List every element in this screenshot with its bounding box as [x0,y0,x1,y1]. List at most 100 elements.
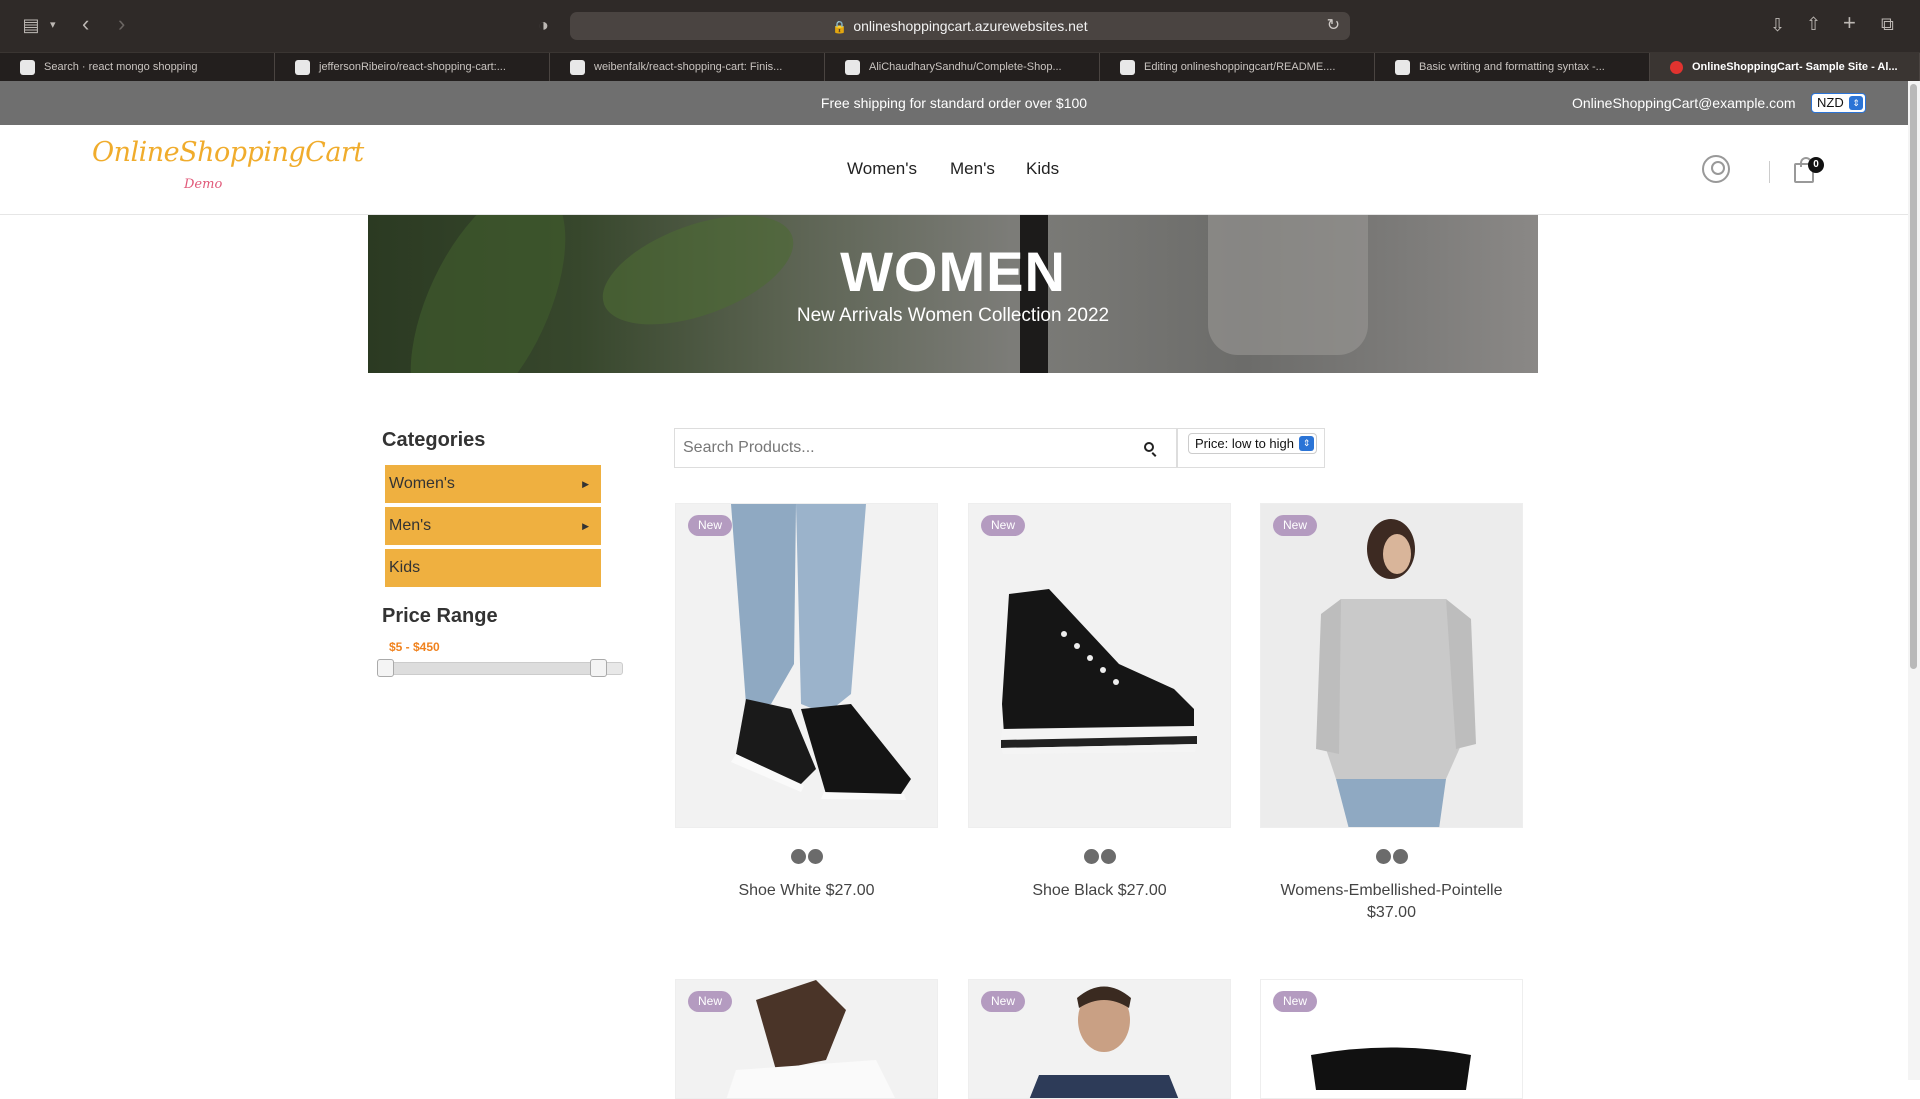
privacy-shield-icon[interactable]: ◑ [538,13,549,37]
back-icon[interactable]: ‹ [82,12,89,36]
forward-icon[interactable]: › [118,12,125,36]
new-badge: New [981,515,1026,536]
hero-subtitle: New Arrivals Women Collection 2022 [796,305,1110,326]
browser-tab[interactable]: weibenfalk/react-shopping-cart: Finis... [550,53,825,82]
color-swatches [1260,849,1523,869]
announcement-bar: Free shipping for standard order over $1… [0,81,1908,125]
tab-bar: Search · react mongo shopping jeffersonR… [0,52,1920,82]
nav-kids[interactable]: Kids [1026,159,1059,179]
color-swatches [968,849,1231,869]
category-label: Kids [389,559,421,576]
browser-tab[interactable]: Editing onlineshoppingcart/README.... [1100,53,1375,82]
tab-overview-icon[interactable]: ⧉ [1881,12,1894,36]
cart-count-badge: 0 [1808,157,1824,173]
product-image[interactable]: New [1260,503,1523,828]
color-swatch[interactable] [790,849,806,864]
nav-men[interactable]: Men's [950,159,995,179]
product-title[interactable]: Womens-Embellished-Pointelle $37.00 [1260,880,1523,924]
new-tab-icon[interactable]: + [1843,11,1856,35]
new-badge: New [688,515,733,536]
site-logo[interactable]: OnlineShoppingCart [92,137,364,168]
price-range-heading: Price Range [382,605,498,627]
grey-knit-cardigan-image [1261,504,1522,827]
sidebar-toggle-icon[interactable]: ▤ [20,13,42,37]
new-badge: New [688,991,733,1012]
nav-women[interactable]: Women's [847,159,917,179]
header-divider [1769,161,1770,183]
sort-container: Price: low to high ⇕ [1177,428,1325,468]
color-swatch[interactable] [807,849,823,864]
category-mens[interactable]: Men's ▶ [385,507,601,545]
price-slider-range [385,663,600,674]
github-icon [20,60,35,75]
product-image[interactable]: New [968,979,1231,1099]
share-icon[interactable]: ⇧ [1806,12,1821,36]
category-label: Men's [389,517,432,534]
product-image[interactable]: New [968,503,1231,828]
caret-right-icon: ▶ [582,521,589,531]
browser-tab[interactable]: AliChaudharySandhu/Complete-Shop... [825,53,1100,82]
logo-subtitle: Demo [184,177,223,192]
category-label: Women's [389,475,455,492]
site-favicon-icon [1670,61,1683,74]
search-icon[interactable] [1144,442,1154,452]
search-box [674,428,1177,468]
select-arrows-icon: ⇕ [1299,436,1314,451]
color-swatches [675,849,938,869]
search-input[interactable] [675,429,1135,467]
user-account-icon[interactable] [1702,155,1730,183]
browser-toolbar: ▤ ▾ ‹ › ◑ 🔒 onlineshoppingcart.azurewebsi… [0,0,1920,52]
tab-label: Basic writing and formatting syntax -... [1419,61,1605,73]
color-swatch[interactable] [1375,849,1391,864]
github-icon [295,60,310,75]
hero-banner: WOMEN New Arrivals Women Collection 2022 [368,215,1538,373]
browser-tab[interactable]: Basic writing and formatting syntax -... [1375,53,1650,82]
category-womens[interactable]: Women's ▶ [385,465,601,503]
color-swatch[interactable] [1392,849,1408,864]
tab-label: OnlineShoppingCart- Sample Site - Al... [1692,61,1898,73]
color-swatch[interactable] [1100,849,1116,864]
new-badge: New [1273,991,1318,1012]
black-high-top-sneaker-image [969,504,1230,827]
chevron-down-icon[interactable]: ▾ [50,13,56,37]
reload-icon[interactable]: ↻ [1327,12,1340,40]
category-kids[interactable]: Kids [385,549,601,587]
new-badge: New [981,991,1026,1012]
select-arrows-icon: ⇕ [1849,96,1863,110]
lock-icon: 🔒 [832,20,848,34]
docs-icon [1395,60,1410,75]
browser-tab[interactable]: jeffersonRibeiro/react-shopping-cart:... [275,53,550,82]
browser-tab-active[interactable]: OnlineShoppingCart- Sample Site - Al... [1650,53,1920,82]
github-icon [570,60,585,75]
price-range-value: $5 - $450 [389,640,440,654]
browser-tab[interactable]: Search · react mongo shopping [0,53,275,82]
downloads-icon[interactable]: ⇩ [1770,13,1785,37]
categories-heading: Categories [382,429,486,451]
color-swatch[interactable] [1083,849,1099,864]
price-slider-max-handle[interactable] [590,659,607,677]
contact-email[interactable]: OnlineShoppingCart@example.com [1572,95,1796,111]
hero-title: WOMEN [840,240,1066,303]
product-title[interactable]: Shoe White $27.00 [675,880,938,902]
product-title[interactable]: Shoe Black $27.00 [968,880,1231,902]
scrollbar-thumb[interactable] [1910,84,1917,669]
sort-value: Price: low to high [1195,436,1294,451]
tab-label: Editing onlineshoppingcart/README.... [1144,61,1336,73]
price-slider-min-handle[interactable] [377,659,394,677]
url-text: onlineshoppingcart.azurewebsites.net [853,18,1088,34]
product-image[interactable]: New [675,979,938,1099]
github-icon [845,60,860,75]
currency-select[interactable]: NZD ⇕ [1811,93,1866,113]
address-bar[interactable]: 🔒 onlineshoppingcart.azurewebsites.net ↻ [570,12,1350,40]
github-icon [1120,60,1135,75]
tab-label: AliChaudharySandhu/Complete-Shop... [869,61,1062,73]
product-image[interactable]: New [1260,979,1523,1099]
tab-label: weibenfalk/react-shopping-cart: Finis... [594,61,783,73]
sort-select[interactable]: Price: low to high ⇕ [1188,433,1317,454]
currency-value: NZD [1817,95,1844,110]
product-image[interactable]: New [675,503,938,828]
new-badge: New [1273,515,1318,536]
site-header: OnlineShoppingCart Demo Women's Men's Ki… [0,125,1908,215]
sneakers-on-feet-image [676,504,937,827]
tab-label: Search · react mongo shopping [44,61,198,73]
